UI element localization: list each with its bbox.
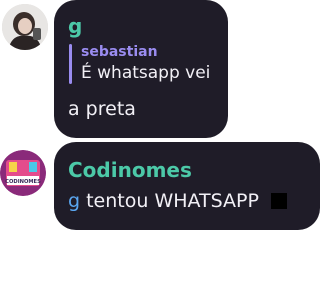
message-text: a preta xyxy=(68,98,136,120)
reply-text[interactable]: É whatsapp vei xyxy=(81,63,210,83)
message-codinomes: CODINOMES Codinomes g tentou WHATSAPP xyxy=(0,142,320,234)
reply-author[interactable]: sebastian xyxy=(81,44,158,60)
reply-bar xyxy=(69,44,72,84)
message-text: g tentou WHATSAPP xyxy=(68,190,288,212)
message-author[interactable]: Codinomes xyxy=(68,158,192,182)
avatar-codinomes[interactable]: CODINOMES xyxy=(0,150,46,196)
black-square-emoji xyxy=(271,193,288,209)
avatar-label: CODINOMES xyxy=(5,179,41,185)
message-g: g sebastian É whatsapp vei a preta xyxy=(0,0,320,140)
avatar-g[interactable] xyxy=(2,4,48,50)
message-text-content: tentou WHATSAPP xyxy=(86,190,259,212)
message-bubble: g sebastian É whatsapp vei a preta xyxy=(54,0,228,138)
message-bubble: Codinomes g tentou WHATSAPP xyxy=(54,142,320,230)
codinomes-logo-avatar: CODINOMES xyxy=(0,150,46,196)
user-photo-avatar xyxy=(2,4,48,50)
mention[interactable]: g xyxy=(68,190,80,212)
message-author[interactable]: g xyxy=(68,14,82,38)
